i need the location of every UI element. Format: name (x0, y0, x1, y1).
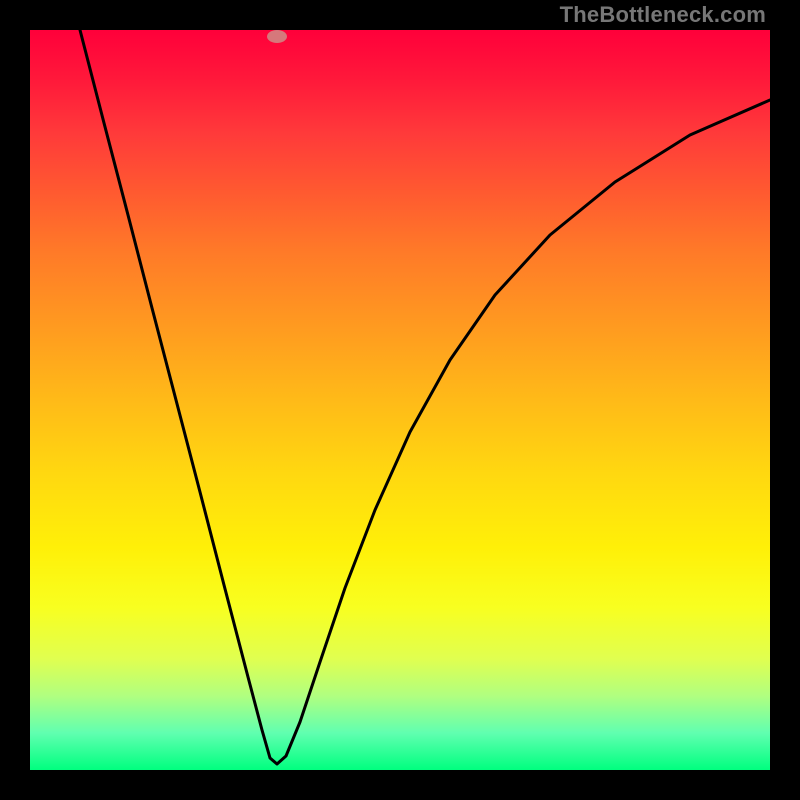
plot-area (30, 30, 770, 770)
chart-frame: TheBottleneck.com (0, 0, 800, 800)
optimum-marker (267, 30, 287, 43)
bottleneck-curve (80, 30, 770, 764)
watermark-text: TheBottleneck.com (560, 2, 766, 28)
curve-svg (30, 30, 770, 770)
